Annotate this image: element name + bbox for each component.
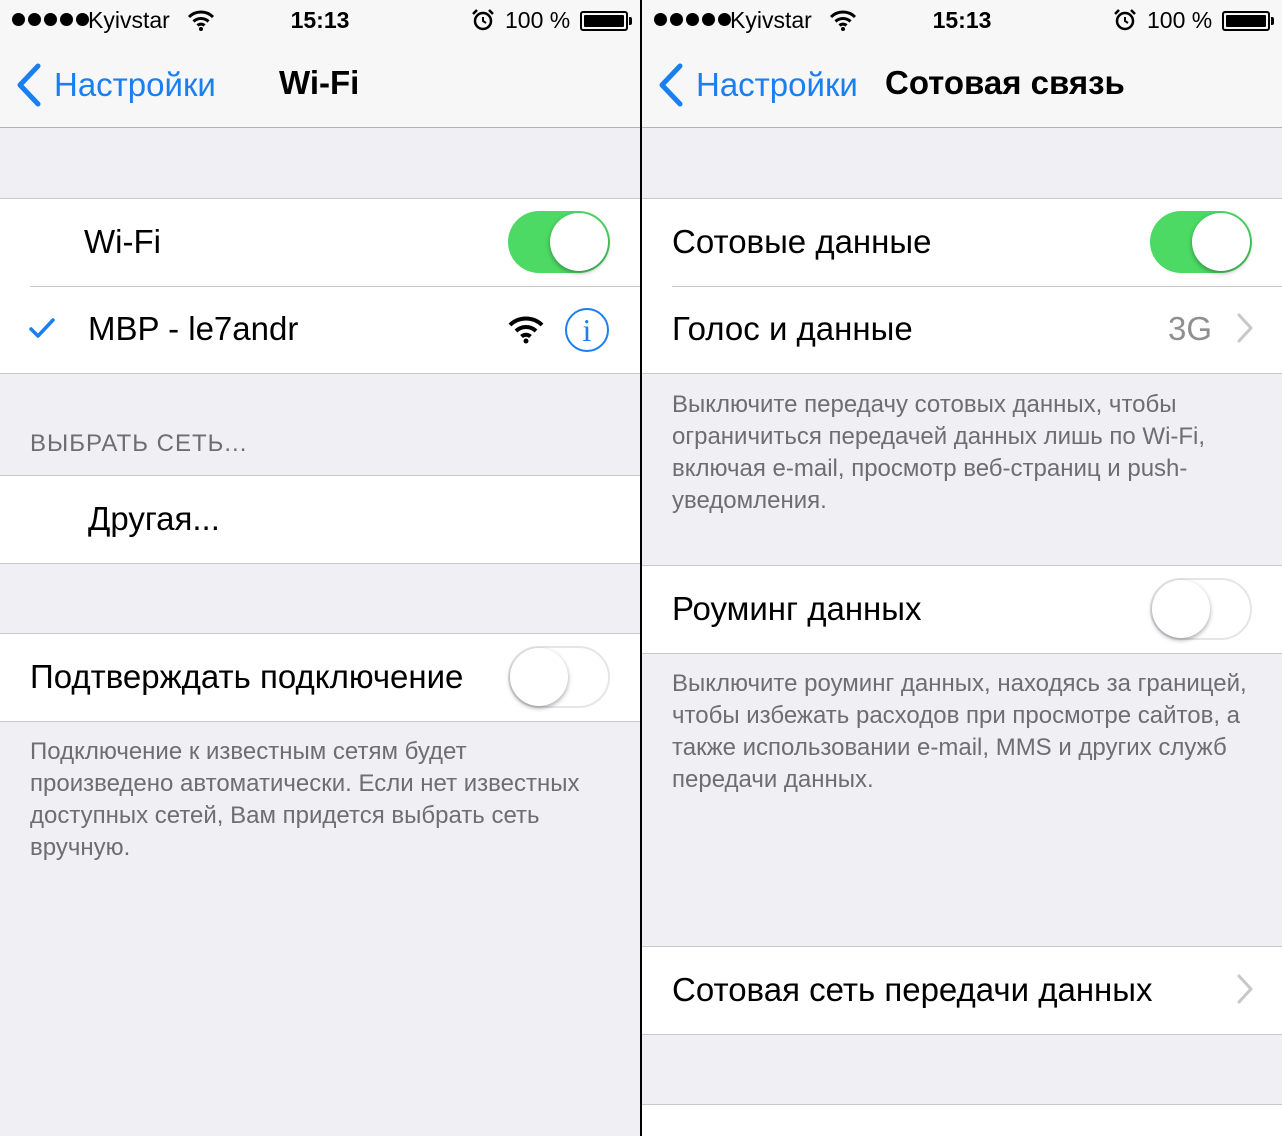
wifi-settings-screen: Kyivstar 15:13 100 % Настройки Wi-Fi Wi-…	[0, 0, 640, 1136]
ask-join-group: Подтверждать подключение	[0, 633, 640, 722]
back-button-label: Настройки	[696, 66, 858, 103]
ask-join-footer: Подключение к известным сетям будет прои…	[30, 738, 580, 861]
wifi-label: Wi-Fi	[84, 223, 161, 260]
row-separator	[672, 286, 1282, 287]
wifi-group: Wi-Fi MBP - le7andr i	[0, 198, 640, 374]
wifi-toggle[interactable]	[508, 211, 610, 273]
row-separator	[30, 286, 640, 287]
cellular-data-footer: Выключите передачу сотовых данных, чтобы…	[672, 391, 1206, 514]
cellular-data-group: Сотовые данные Голос и данные 3G	[642, 198, 1282, 374]
voice-data-label: Голос и данные	[672, 310, 913, 347]
roaming-label: Роуминг данных	[672, 590, 922, 627]
other-network-group: Другая...	[0, 475, 640, 564]
page-title: Wi-Fi	[279, 64, 360, 101]
cellular-network-label: Сотовая сеть передачи данных	[672, 971, 1153, 1008]
wifi-toggle-row: Wi-Fi	[0, 199, 640, 286]
back-button[interactable]: Настройки	[16, 62, 216, 108]
status-bar: Kyivstar 15:13 100 %	[642, 0, 1282, 40]
roaming-toggle[interactable]	[1150, 578, 1252, 640]
cellular-data-label: Сотовые данные	[672, 223, 932, 260]
ask-join-toggle[interactable]	[508, 646, 610, 708]
navigation-header: Kyivstar 15:13 100 % Настройки Wi-Fi	[0, 0, 640, 128]
battery-percentage: 100 %	[1147, 7, 1213, 33]
other-network-label: Другая...	[88, 500, 220, 537]
voice-data-row[interactable]: Голос и данные 3G	[642, 286, 1282, 373]
ask-join-row: Подтверждать подключение	[0, 634, 640, 721]
alarm-clock-icon	[1114, 9, 1136, 31]
chevron-left-icon	[17, 63, 41, 107]
back-button[interactable]: Настройки	[658, 62, 858, 108]
roaming-row: Роуминг данных	[642, 566, 1282, 653]
cellular-network-group: Сотовая сеть передачи данных	[642, 946, 1282, 1035]
roaming-group: Роуминг данных	[642, 565, 1282, 654]
checkmark-icon	[29, 318, 55, 338]
wifi-icon	[508, 316, 544, 344]
connected-network-name: MBP - le7andr	[88, 310, 299, 347]
navigation-header: Kyivstar 15:13 100 % Настройки Сотовая с…	[642, 0, 1282, 128]
chevron-left-icon	[659, 63, 683, 107]
chevron-right-icon	[1237, 313, 1253, 343]
cellular-data-toggle[interactable]	[1150, 211, 1252, 273]
ask-join-label: Подтверждать подключение	[30, 658, 464, 695]
battery-cap	[629, 17, 632, 25]
other-network-row[interactable]: Другая...	[0, 476, 640, 563]
back-button-label: Настройки	[54, 66, 216, 103]
connected-network-row[interactable]: MBP - le7andr i	[0, 286, 640, 373]
cellular-network-row[interactable]: Сотовая сеть передачи данных	[642, 947, 1282, 1034]
roaming-footer: Выключите роуминг данных, находясь за гр…	[672, 670, 1247, 793]
battery-cap	[1271, 17, 1274, 25]
choose-network-header: ВЫБРАТЬ СЕТЬ...	[30, 430, 248, 457]
page-title: Сотовая связь	[885, 64, 1125, 101]
cellular-data-row: Сотовые данные	[642, 199, 1282, 286]
info-icon[interactable]: i	[565, 308, 609, 352]
voice-data-value: 3G	[1167, 310, 1212, 347]
cellular-settings-screen: Kyivstar 15:13 100 % Настройки Сотовая с…	[642, 0, 1282, 1136]
next-group-partial	[642, 1104, 1282, 1136]
battery-percentage: 100 %	[505, 7, 571, 33]
battery-icon	[1222, 11, 1270, 31]
battery-icon	[580, 11, 628, 31]
chevron-right-icon	[1237, 974, 1253, 1004]
status-bar: Kyivstar 15:13 100 %	[0, 0, 640, 40]
alarm-clock-icon	[472, 9, 494, 31]
